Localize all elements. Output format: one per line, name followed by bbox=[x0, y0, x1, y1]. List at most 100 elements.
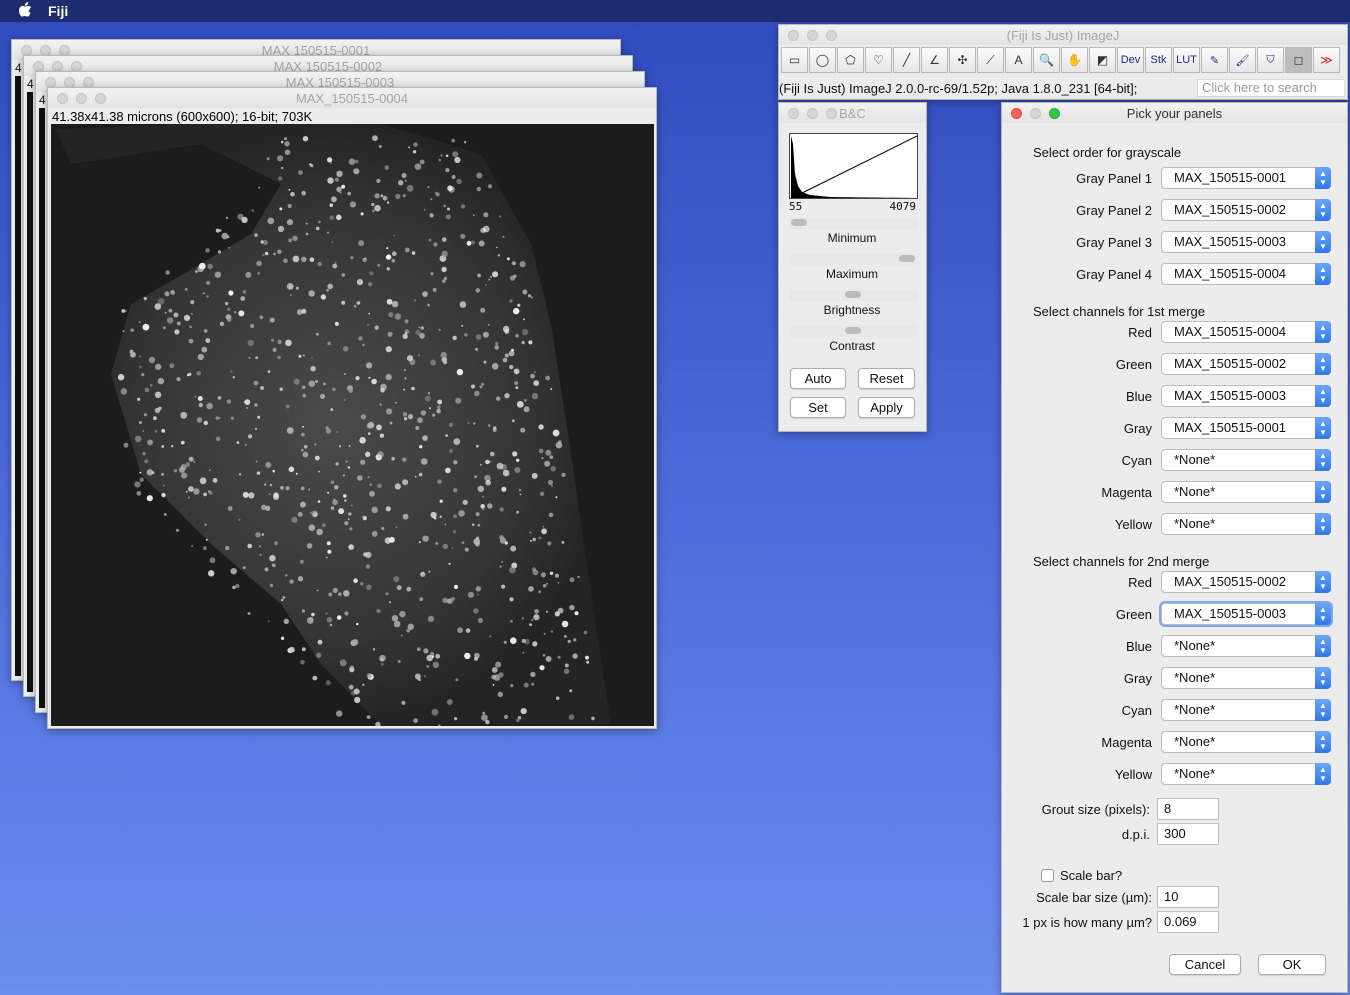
angle-tool-icon[interactable]: ∠ bbox=[921, 47, 948, 73]
merge1-blue-select[interactable]: MAX_150515-0003 ▲ ▼ bbox=[1161, 385, 1331, 407]
fluorescent-spot bbox=[485, 283, 487, 286]
fluorescent-spot bbox=[510, 637, 517, 644]
fluorescent-spot bbox=[513, 307, 520, 315]
fluorescent-spot bbox=[414, 163, 422, 170]
pixel-size-field[interactable]: 0.069 bbox=[1157, 911, 1219, 933]
zoom-icon[interactable] bbox=[826, 30, 837, 41]
fluorescent-spot bbox=[149, 383, 153, 387]
dev-tool-icon[interactable]: Dev bbox=[1117, 47, 1144, 73]
minimize-icon[interactable] bbox=[807, 30, 818, 41]
title-bar[interactable]: MAX_150515-0004 bbox=[48, 88, 656, 108]
scale-bar-checkbox[interactable] bbox=[1041, 869, 1054, 882]
merge2-magenta-select[interactable]: *None* ▲ ▼ bbox=[1161, 731, 1331, 753]
apply-button[interactable]: Apply bbox=[858, 397, 915, 418]
merge1-green-select[interactable]: MAX_150515-0002 ▲ ▼ bbox=[1161, 353, 1331, 375]
title-bar[interactable]: B&C bbox=[779, 103, 926, 123]
square-tool-icon[interactable]: ◻ bbox=[1285, 47, 1312, 73]
fluorescent-spot bbox=[386, 267, 390, 271]
merge2-gray-select[interactable]: *None* ▲ ▼ bbox=[1161, 667, 1331, 689]
image-window-0004[interactable]: MAX_150515-0004 41.38x41.38 microns (600… bbox=[47, 87, 657, 729]
auto-button[interactable]: Auto bbox=[790, 368, 846, 389]
merge2-yellow-select[interactable]: *None* ▲ ▼ bbox=[1161, 763, 1331, 785]
lut-tool-icon[interactable]: LUT bbox=[1173, 47, 1200, 73]
fluorescent-spot bbox=[313, 512, 318, 517]
minimize-icon[interactable] bbox=[807, 108, 818, 119]
line-tool-icon[interactable]: ╱ bbox=[893, 47, 920, 73]
imagej-window[interactable]: (Fiji Is Just) ImageJ ▭ ◯ ⬠ ♡ ╱ ∠ ✣ ⟋ A … bbox=[778, 24, 1348, 100]
merge2-red-select[interactable]: MAX_150515-0002 ▲ ▼ bbox=[1161, 571, 1331, 593]
gray-panel-2-select[interactable]: MAX_150515-0002 ▲ ▼ bbox=[1161, 199, 1331, 221]
reset-button[interactable]: Reset bbox=[858, 368, 915, 389]
polygon-tool-icon[interactable]: ⬠ bbox=[837, 47, 864, 73]
grout-size-field[interactable]: 8 bbox=[1157, 798, 1219, 820]
rectangle-tool-icon[interactable]: ▭ bbox=[781, 47, 808, 73]
merge1-gray-select[interactable]: MAX_150515-0001 ▲ ▼ bbox=[1161, 417, 1331, 439]
fluorescent-spot bbox=[144, 387, 150, 393]
fluorescent-spot bbox=[474, 390, 480, 397]
point-tool-icon[interactable]: ✣ bbox=[949, 47, 976, 73]
text-tool-icon[interactable]: A bbox=[1005, 47, 1032, 73]
contrast-slider[interactable] bbox=[789, 325, 918, 337]
fluorescent-spot bbox=[342, 474, 345, 477]
merge1-red-select[interactable]: MAX_150515-0004 ▲ ▼ bbox=[1161, 321, 1331, 343]
scale-bar-size-field[interactable]: 10 bbox=[1157, 886, 1219, 908]
select-arrows-icon: ▲ ▼ bbox=[1315, 603, 1331, 625]
fluorescent-spot bbox=[161, 493, 166, 498]
title-bar[interactable]: (Fiji Is Just) ImageJ bbox=[779, 25, 1347, 45]
title-bar[interactable]: Pick your panels bbox=[1002, 103, 1347, 123]
merge1-magenta-select[interactable]: *None* ▲ ▼ bbox=[1161, 481, 1331, 503]
merge2-blue-select[interactable]: *None* ▲ ▼ bbox=[1161, 635, 1331, 657]
brush-tool-icon[interactable]: 🖌 bbox=[1229, 47, 1256, 73]
more-tools-icon[interactable]: ≫ bbox=[1313, 47, 1340, 73]
apple-menu-icon[interactable] bbox=[18, 1, 32, 21]
fluorescent-spot bbox=[301, 385, 306, 390]
set-button[interactable]: Set bbox=[790, 397, 846, 418]
oval-tool-icon[interactable]: ◯ bbox=[809, 47, 836, 73]
pixel-size-label: 1 px is how many µm? bbox=[1022, 915, 1152, 930]
fluorescent-spot bbox=[321, 523, 326, 528]
fluorescent-spot bbox=[277, 339, 282, 345]
close-icon[interactable] bbox=[57, 93, 68, 104]
pencil-tool-icon[interactable]: ✎ bbox=[1201, 47, 1228, 73]
fluorescent-spot bbox=[250, 323, 255, 329]
zoom-icon[interactable] bbox=[1049, 108, 1060, 119]
gray-panel-3-select[interactable]: MAX_150515-0003 ▲ ▼ bbox=[1161, 231, 1331, 253]
cancel-button[interactable]: Cancel bbox=[1169, 954, 1241, 975]
wand-tool-icon[interactable]: ⟋ bbox=[977, 47, 1004, 73]
fluorescent-spot bbox=[481, 382, 485, 386]
flood-fill-tool-icon[interactable]: ⛉ bbox=[1257, 47, 1284, 73]
merge2-green-select[interactable]: MAX_150515-0003 ▲ ▼ bbox=[1161, 603, 1331, 625]
magnifier-tool-icon[interactable]: 🔍 bbox=[1033, 47, 1060, 73]
close-icon[interactable] bbox=[788, 30, 799, 41]
gray-panel-4-select[interactable]: MAX_150515-0004 ▲ ▼ bbox=[1161, 263, 1331, 285]
merge2-cyan-select[interactable]: *None* ▲ ▼ bbox=[1161, 699, 1331, 721]
color-picker-tool-icon[interactable]: ◩ bbox=[1089, 47, 1116, 73]
dpi-field[interactable]: 300 bbox=[1157, 823, 1219, 845]
microscopy-image[interactable] bbox=[51, 124, 654, 726]
merge1-yellow-select[interactable]: *None* ▲ ▼ bbox=[1161, 513, 1331, 535]
ok-button[interactable]: OK bbox=[1258, 954, 1326, 975]
fluorescent-spot bbox=[541, 457, 544, 460]
fluorescent-spot bbox=[382, 195, 388, 201]
minimum-slider[interactable] bbox=[789, 217, 918, 229]
minimize-icon[interactable] bbox=[76, 93, 87, 104]
stk-tool-icon[interactable]: Stk bbox=[1145, 47, 1172, 73]
brightness-slider[interactable] bbox=[789, 289, 918, 301]
close-icon[interactable] bbox=[788, 108, 799, 119]
pick-panels-dialog[interactable]: Pick your panels Select order for graysc… bbox=[1001, 102, 1348, 993]
app-menu[interactable]: Fiji bbox=[48, 3, 68, 19]
zoom-icon[interactable] bbox=[95, 93, 106, 104]
fluorescent-spot bbox=[295, 286, 299, 290]
freehand-tool-icon[interactable]: ♡ bbox=[865, 47, 892, 73]
brightness-contrast-window[interactable]: B&C 55 4079 Minimum Maximum Brightness C… bbox=[778, 102, 927, 432]
fluorescent-spot bbox=[473, 608, 479, 614]
close-icon[interactable] bbox=[1011, 108, 1022, 119]
merge1-cyan-select[interactable]: *None* ▲ ▼ bbox=[1161, 449, 1331, 471]
search-input[interactable]: Click here to search bbox=[1197, 79, 1345, 97]
hand-tool-icon[interactable]: ✋ bbox=[1061, 47, 1088, 73]
minimize-icon[interactable] bbox=[1030, 108, 1041, 119]
zoom-icon[interactable] bbox=[826, 108, 837, 119]
maximum-slider[interactable] bbox=[789, 253, 918, 265]
fluorescent-spot bbox=[521, 329, 529, 336]
gray-panel-1-select[interactable]: MAX_150515-0001 ▲ ▼ bbox=[1161, 167, 1331, 189]
